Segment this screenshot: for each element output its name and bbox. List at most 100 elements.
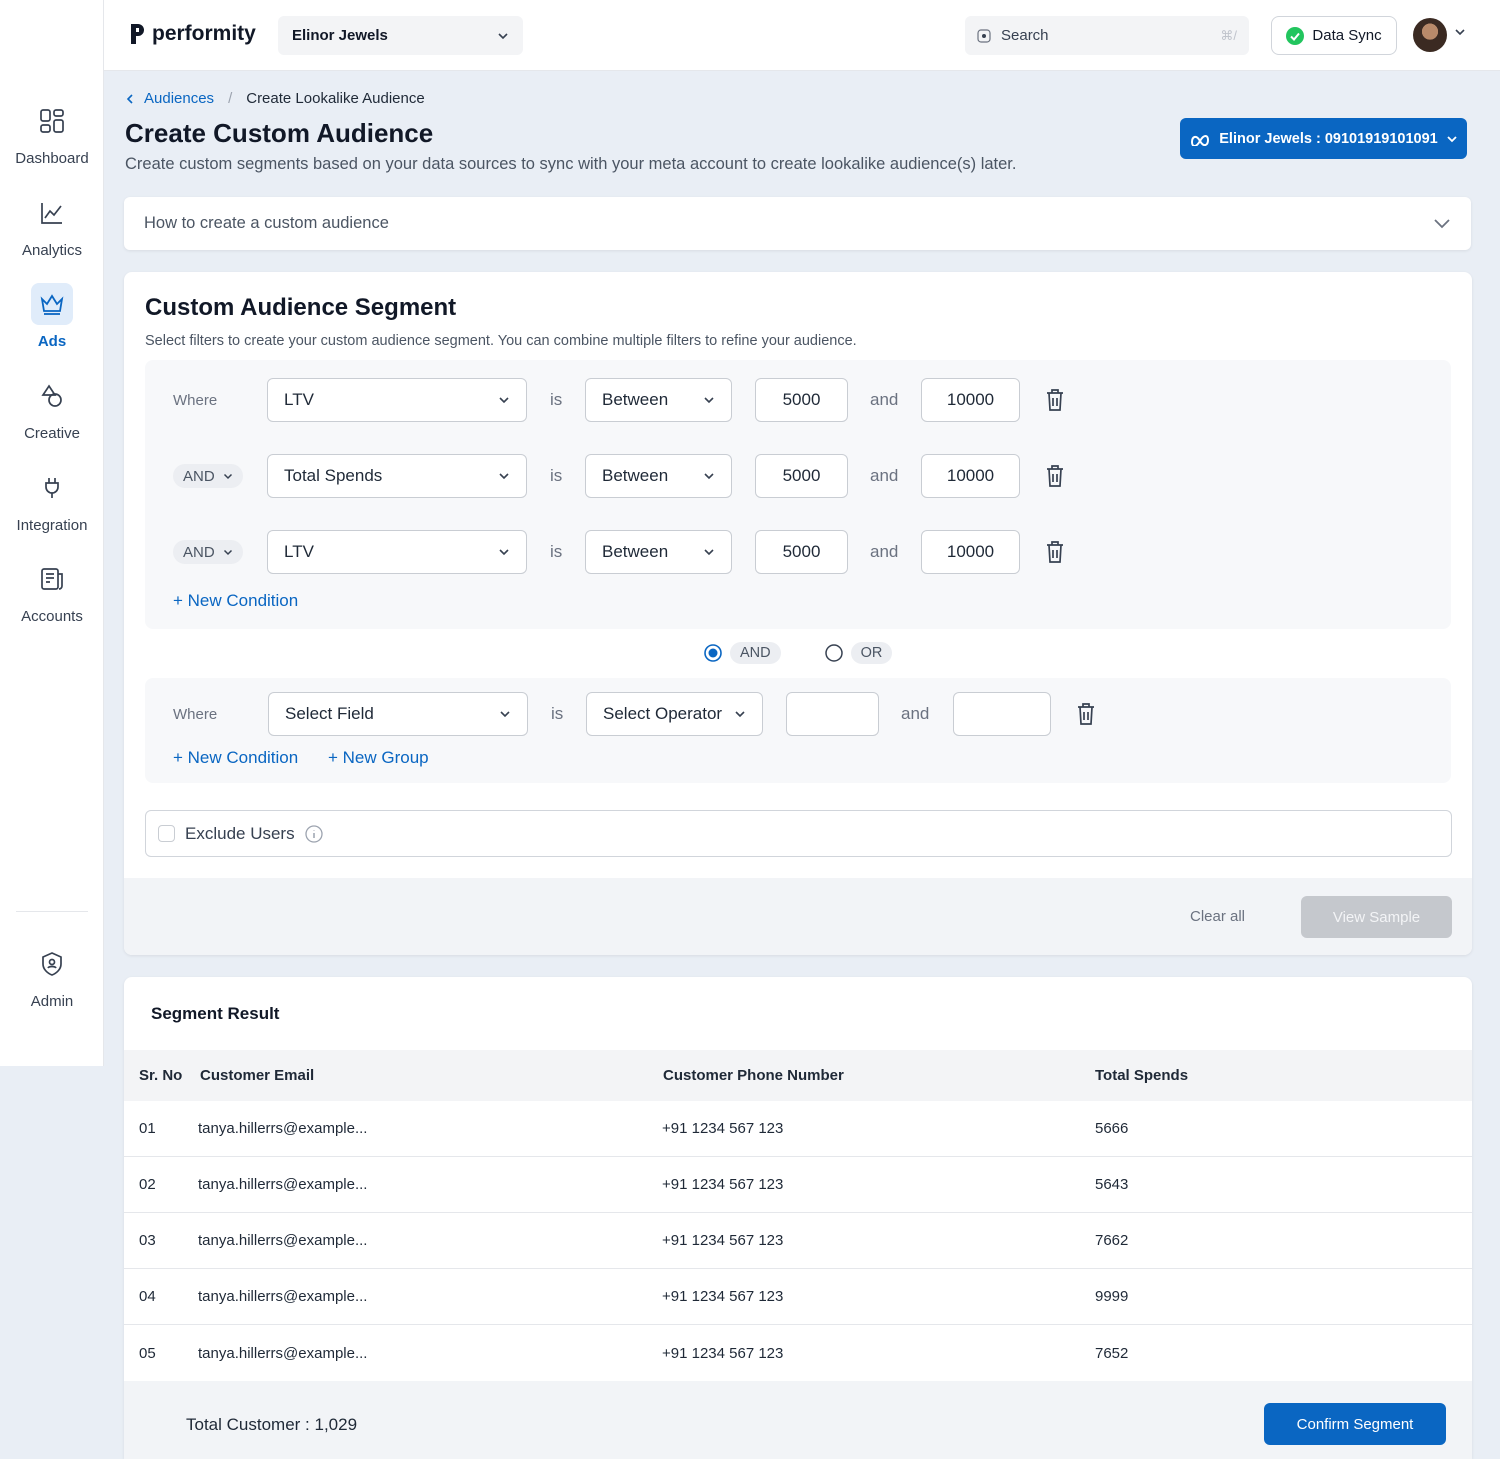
field-select[interactable]: LTV <box>267 530 527 574</box>
new-group-button[interactable]: + New Group <box>328 748 429 768</box>
sidebar: Dashboard Analytics Ads Creative Integra… <box>0 0 104 1066</box>
sidebar-item-accounts[interactable]: Accounts <box>0 558 104 625</box>
delete-button[interactable] <box>1074 692 1098 736</box>
table-cell: +91 1234 567 123 <box>662 1288 784 1305</box>
radio-or[interactable]: OR <box>824 642 893 664</box>
field-select[interactable]: Select Field <box>268 692 528 736</box>
sidebar-item-integration[interactable]: Integration <box>0 467 104 534</box>
is-label: is <box>550 466 563 485</box>
chevron-down-icon[interactable] <box>1454 28 1466 36</box>
radio-and-label: AND <box>730 642 781 664</box>
howto-accordion[interactable]: How to create a custom audience <box>124 197 1471 250</box>
workspace-select[interactable]: Elinor Jewels <box>278 16 523 55</box>
table-cell: 5643 <box>1095 1176 1129 1193</box>
sidebar-item-admin[interactable]: Admin <box>0 943 104 1010</box>
max-value-input[interactable]: 10000 <box>921 378 1020 422</box>
delete-button[interactable] <box>1043 378 1067 422</box>
table-cell: +91 1234 567 123 <box>662 1176 784 1193</box>
table-cell: 5666 <box>1095 1120 1129 1137</box>
min-value-input[interactable]: 5000 <box>755 530 848 574</box>
logic-select[interactable]: AND <box>173 464 243 488</box>
workspace-name: Elinor Jewels <box>292 27 388 44</box>
min-value-input[interactable]: 5000 <box>755 454 848 498</box>
accounts-icon <box>31 558 73 600</box>
clear-all-button[interactable]: Clear all <box>1190 908 1245 925</box>
chevron-down-icon <box>1434 219 1450 229</box>
sidebar-item-label: Dashboard <box>15 150 89 167</box>
logic-value: AND <box>183 467 215 485</box>
max-value-input[interactable] <box>953 692 1051 736</box>
operator-select[interactable]: Between <box>585 378 732 422</box>
radio-and[interactable]: AND <box>704 642 781 664</box>
table-cell: tanya.hillerrs@example... <box>198 1176 368 1193</box>
search-icon <box>977 28 991 43</box>
table-cell: +91 1234 567 123 <box>662 1232 784 1249</box>
info-icon[interactable] <box>304 824 323 843</box>
meta-account-select[interactable]: Elinor Jewels : 09101919101091 <box>1180 118 1467 159</box>
table-cell: 03 <box>139 1232 156 1249</box>
sidebar-item-label: Creative <box>24 425 80 442</box>
sidebar-item-label: Accounts <box>21 608 83 625</box>
table-cell: 7662 <box>1095 1232 1129 1249</box>
breadcrumb-current: Create Lookalike Audience <box>246 90 425 107</box>
new-condition-button[interactable]: + New Condition <box>173 748 298 768</box>
logic-select[interactable]: AND <box>173 540 243 564</box>
field-value: Total Spends <box>284 466 383 485</box>
logo[interactable]: performity <box>130 22 256 46</box>
is-label: is <box>550 542 563 561</box>
condition-row: Where Select Field is Select Operator an… <box>145 692 1451 736</box>
exclude-users-toggle[interactable]: Exclude Users <box>145 810 1452 857</box>
operator-select[interactable]: Between <box>585 454 732 498</box>
segment-title: Custom Audience Segment <box>145 294 457 321</box>
breadcrumb-audiences-link[interactable]: Audiences <box>144 90 214 107</box>
sidebar-item-dashboard[interactable]: Dashboard <box>0 100 104 167</box>
table-row: 02 tanya.hillerrs@example... +91 1234 56… <box>124 1157 1472 1213</box>
sidebar-item-label: Ads <box>37 333 67 350</box>
operator-select[interactable]: Between <box>585 530 732 574</box>
sidebar-item-ads[interactable]: Ads <box>0 283 104 350</box>
table-cell: tanya.hillerrs@example... <box>198 1344 368 1362</box>
exclude-users-checkbox[interactable] <box>158 825 175 842</box>
max-value-input[interactable]: 10000 <box>921 530 1020 574</box>
data-sync-label: Data Sync <box>1312 27 1382 44</box>
topbar: performity Elinor Jewels Search ⌘/ Data … <box>104 0 1500 71</box>
field-select[interactable]: Total Spends <box>267 454 527 498</box>
operator-select[interactable]: Select Operator <box>586 692 763 736</box>
chevron-down-icon <box>499 397 509 404</box>
table-cell: 05 <box>139 1344 156 1362</box>
breadcrumb: Audiences / Create Lookalike Audience <box>126 90 425 107</box>
condition-row: AND Total Spends is Between 5000 and 100… <box>145 454 1451 498</box>
sidebar-item-creative[interactable]: Creative <box>0 375 104 442</box>
new-condition-button[interactable]: + New Condition <box>173 591 298 611</box>
analytics-icon <box>31 192 73 234</box>
shield-icon <box>31 943 73 985</box>
delete-button[interactable] <box>1043 454 1067 498</box>
chevron-down-icon <box>498 32 508 39</box>
max-value-input[interactable]: 10000 <box>921 454 1020 498</box>
and-label: and <box>870 390 899 409</box>
field-select[interactable]: LTV <box>267 378 527 422</box>
min-value-input[interactable]: 5000 <box>755 378 848 422</box>
column-header: Sr. No <box>139 1067 183 1084</box>
column-header: Customer Email <box>200 1067 315 1084</box>
segment-subtitle: Select filters to create your custom aud… <box>145 333 857 349</box>
howto-label: How to create a custom audience <box>144 214 389 232</box>
radio-empty-icon <box>824 644 843 662</box>
segment-result-card: Segment Result Sr. No Customer Email Cus… <box>124 977 1472 1459</box>
sidebar-divider <box>16 911 88 912</box>
data-sync-button[interactable]: Data Sync <box>1271 16 1397 55</box>
crown-icon <box>31 283 73 325</box>
operator-value: Between <box>602 542 669 561</box>
meta-icon <box>1191 134 1210 146</box>
meta-account-label: Elinor Jewels : 09101919101091 <box>1219 130 1438 147</box>
sidebar-item-analytics[interactable]: Analytics <box>0 192 104 259</box>
min-value-input[interactable] <box>786 692 879 736</box>
confirm-segment-button[interactable]: Confirm Segment <box>1264 1403 1446 1445</box>
avatar[interactable] <box>1413 18 1447 52</box>
delete-button[interactable] <box>1043 530 1067 574</box>
operator-value: Select Operator <box>603 704 723 723</box>
search-input[interactable]: Search ⌘/ <box>965 16 1249 55</box>
view-sample-button[interactable]: View Sample <box>1301 896 1452 938</box>
chevron-left-icon[interactable] <box>126 93 134 105</box>
chevron-down-icon <box>704 549 714 556</box>
